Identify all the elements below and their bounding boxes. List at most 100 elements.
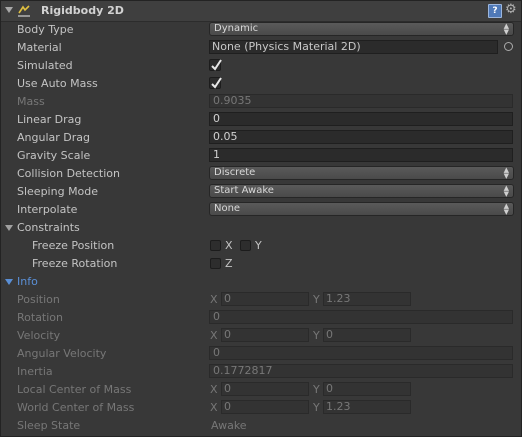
freeze-rotation-label: Freeze Rotation [32, 257, 118, 270]
velocity-y-label: Y [313, 329, 320, 342]
freeze-position-row: Freeze Position X Y [1, 237, 521, 255]
gravity-scale-label[interactable]: Gravity Scale [17, 149, 90, 162]
component-title: Rigidbody 2D [41, 4, 124, 17]
freeze-position-label: Freeze Position [32, 239, 115, 252]
inertia-field: 0.1772817 [209, 364, 513, 378]
angular-drag-label[interactable]: Angular Drag [17, 131, 90, 144]
dropdown-arrows-icon: ▲ ▼ [503, 202, 509, 216]
object-picker-icon[interactable] [504, 42, 513, 51]
info-label[interactable]: Info [17, 275, 38, 288]
mass-field: 0.9035 [209, 94, 513, 108]
sleep-state-value: Awake [211, 419, 247, 432]
velocity-label: Velocity [17, 329, 61, 342]
position-y-field: 1.23 [323, 292, 411, 306]
collision-detection-value: Discrete [214, 167, 256, 178]
linear-drag-field[interactable]: 0 [209, 112, 513, 126]
rigidbody2d-inspector: Rigidbody 2D ? ⚙ Body Type Dynamic ▲ ▼ Ma… [0, 0, 522, 437]
checkmark-icon [211, 77, 222, 89]
freeze-position-x-label: X [225, 239, 233, 252]
angular-drag-field[interactable]: 0.05 [209, 130, 513, 144]
inertia-label: Inertia [17, 365, 53, 378]
material-row: Material None (Physics Material 2D) [1, 39, 521, 57]
component-header[interactable]: Rigidbody 2D ? ⚙ [1, 1, 521, 22]
position-label: Position [17, 293, 60, 306]
local-com-x-label: X [210, 383, 218, 396]
sleeping-mode-row: Sleeping Mode Start Awake ▲ ▼ [1, 183, 521, 201]
interpolate-value: None [214, 203, 241, 214]
local-center-of-mass-label: Local Center of Mass [17, 383, 132, 396]
freeze-position-x-checkbox[interactable] [210, 240, 221, 251]
body-type-label: Body Type [17, 23, 74, 36]
gear-icon[interactable]: ⚙ [505, 3, 519, 17]
body-type-dropdown[interactable]: Dynamic ▲ ▼ [209, 22, 514, 36]
local-com-y-field: 0 [323, 382, 411, 396]
angular-drag-row: Angular Drag 0.05 [1, 129, 521, 147]
interpolate-label: Interpolate [17, 203, 78, 216]
mass-row: Mass 0.9035 [1, 93, 521, 111]
inertia-row: Inertia 0.1772817 [1, 363, 521, 381]
sleeping-mode-label: Sleeping Mode [17, 185, 99, 198]
position-y-label: Y [313, 293, 320, 306]
dropdown-arrows-icon: ▲ ▼ [503, 184, 509, 198]
world-com-y-field: 1.23 [323, 400, 411, 414]
rotation-field: 0 [209, 310, 513, 324]
foldout-arrow-icon[interactable] [5, 225, 13, 231]
simulated-checkbox[interactable] [209, 59, 222, 71]
local-com-x-field: 0 [221, 382, 309, 396]
sleeping-mode-value: Start Awake [214, 185, 274, 196]
use-auto-mass-checkbox[interactable] [209, 77, 222, 89]
gravity-scale-row: Gravity Scale 1 [1, 147, 521, 165]
world-com-x-field: 0 [221, 400, 309, 414]
collision-detection-dropdown[interactable]: Discrete ▲ ▼ [209, 166, 514, 180]
collision-detection-row: Collision Detection Discrete ▲ ▼ [1, 165, 521, 183]
checkmark-icon [211, 59, 222, 71]
sleep-state-label: Sleep State [17, 419, 81, 432]
velocity-row: Velocity X 0 Y 0 [1, 327, 521, 345]
dropdown-arrows-icon: ▲ ▼ [503, 22, 509, 36]
freeze-rotation-z-label: Z [225, 257, 233, 270]
position-x-label: X [210, 293, 218, 306]
use-auto-mass-label: Use Auto Mass [17, 77, 98, 90]
interpolate-row: Interpolate None ▲ ▼ [1, 201, 521, 219]
rotation-row: Rotation 0 [1, 309, 521, 327]
mass-label: Mass [17, 95, 45, 108]
constraints-foldout[interactable]: Constraints [1, 219, 521, 237]
freeze-rotation-z-checkbox[interactable] [210, 258, 221, 269]
interpolate-dropdown[interactable]: None ▲ ▼ [209, 202, 514, 216]
body-type-row: Body Type Dynamic ▲ ▼ [1, 21, 521, 39]
local-com-y-label: Y [313, 383, 320, 396]
constraints-label[interactable]: Constraints [17, 221, 80, 234]
world-com-x-label: X [210, 401, 218, 414]
foldout-arrow-icon[interactable] [5, 279, 13, 285]
world-center-of-mass-row: World Center of Mass X 0 Y 1.23 [1, 399, 521, 417]
collapse-arrow-icon[interactable] [5, 7, 13, 13]
freeze-position-y-label: Y [255, 239, 262, 252]
material-object-field[interactable]: None (Physics Material 2D) [209, 40, 498, 54]
rigidbody2d-icon [17, 4, 31, 18]
angular-velocity-label: Angular Velocity [17, 347, 107, 360]
velocity-x-label: X [210, 329, 218, 342]
info-foldout[interactable]: Info [1, 273, 521, 291]
dropdown-arrows-icon: ▲ ▼ [503, 166, 509, 180]
rotation-label: Rotation [17, 311, 64, 324]
help-icon[interactable]: ? [488, 4, 502, 18]
velocity-y-field: 0 [323, 328, 411, 342]
linear-drag-row: Linear Drag 0 [1, 111, 521, 129]
angular-velocity-field: 0 [209, 346, 513, 360]
collision-detection-label: Collision Detection [17, 167, 121, 180]
world-center-of-mass-label: World Center of Mass [17, 401, 135, 414]
freeze-position-y-checkbox[interactable] [240, 240, 251, 251]
gravity-scale-field[interactable]: 1 [209, 148, 513, 162]
linear-drag-label[interactable]: Linear Drag [17, 113, 81, 126]
angular-velocity-row: Angular Velocity 0 [1, 345, 521, 363]
world-com-y-label: Y [313, 401, 320, 414]
sleep-state-row: Sleep State Awake [1, 417, 521, 435]
velocity-x-field: 0 [221, 328, 309, 342]
local-center-of-mass-row: Local Center of Mass X 0 Y 0 [1, 381, 521, 399]
position-x-field: 0 [221, 292, 309, 306]
freeze-rotation-row: Freeze Rotation Z [1, 255, 521, 273]
sleeping-mode-dropdown[interactable]: Start Awake ▲ ▼ [209, 184, 514, 198]
use-auto-mass-row: Use Auto Mass [1, 75, 521, 93]
simulated-row: Simulated [1, 57, 521, 75]
material-label: Material [17, 41, 62, 54]
